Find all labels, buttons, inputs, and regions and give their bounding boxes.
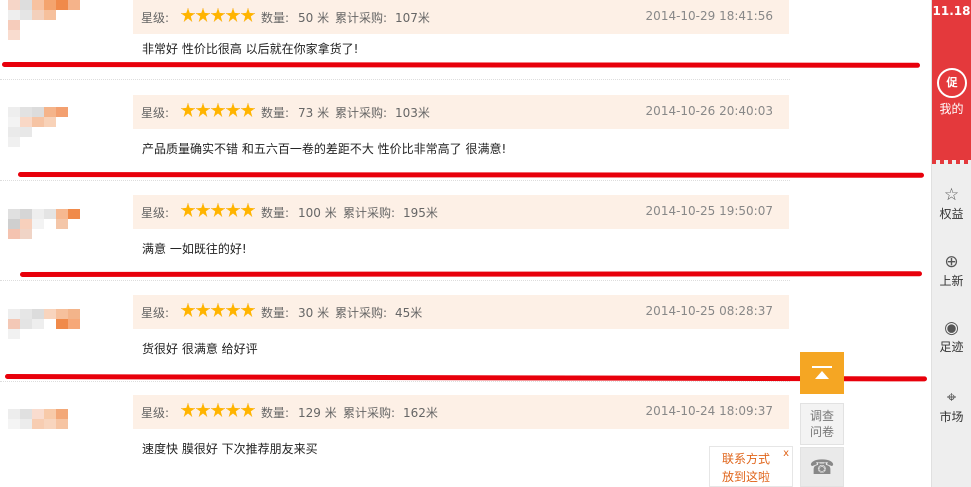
total-label: 累计采购: bbox=[343, 206, 396, 220]
star-rating bbox=[181, 403, 255, 417]
promo-badge-icon[interactable]: 促 bbox=[937, 68, 967, 98]
divider bbox=[0, 280, 790, 281]
review-item: 星级: 数量: 50 米 累计采购: 107米 2014-10-29 18:41… bbox=[0, 0, 930, 90]
quantity-label: 数量: bbox=[261, 206, 290, 220]
review-date: 2014-10-29 18:41:56 bbox=[645, 9, 773, 23]
eye-icon: ◉ bbox=[944, 318, 959, 338]
phone-button[interactable]: ☎ bbox=[800, 447, 844, 487]
review-meta: 星级: 数量: 50 米 累计采购: 107米 2014-10-29 18:41… bbox=[133, 0, 789, 34]
total-label: 累计采购: bbox=[335, 106, 388, 120]
star-rating bbox=[181, 303, 255, 317]
sidebar-item-my[interactable]: 我的 bbox=[932, 100, 971, 117]
review-date: 2014-10-24 18:09:37 bbox=[645, 404, 773, 418]
rating-label: 星级: bbox=[141, 406, 170, 420]
contact-text-1: 联系方式 bbox=[722, 452, 771, 466]
contact-text-2: 放到这啦 bbox=[722, 470, 771, 484]
review-content: 非常好 性价比很高 以后就在你家拿货了! bbox=[142, 42, 359, 56]
rating-label: 星级: bbox=[141, 306, 170, 320]
avatar bbox=[8, 309, 80, 353]
survey-label-2: 问卷 bbox=[809, 425, 834, 439]
star-rating bbox=[181, 103, 255, 117]
quantity-label: 数量: bbox=[261, 106, 290, 120]
review-date: 2014-10-26 20:40:03 bbox=[645, 104, 773, 118]
sidebar-item-market[interactable]: ⌖ 市场 bbox=[932, 388, 971, 425]
avatar bbox=[8, 107, 80, 151]
promo-logo: 11.18 bbox=[932, 4, 971, 18]
star-rating bbox=[181, 8, 255, 22]
rating-label: 星级: bbox=[141, 106, 170, 120]
total-value: 103米 bbox=[395, 106, 430, 120]
sidebar-item-rights[interactable]: ☆ 权益 bbox=[932, 185, 971, 222]
survey-button[interactable]: 调查 问卷 bbox=[800, 403, 844, 445]
review-item: 星级: 数量: 100 米 累计采购: 195米 2014-10-25 19:5… bbox=[0, 185, 930, 285]
total-value: 195米 bbox=[403, 206, 438, 220]
quantity-value: 129 米 bbox=[298, 406, 337, 420]
quantity-label: 数量: bbox=[261, 11, 290, 25]
total-label: 累计采购: bbox=[335, 306, 388, 320]
right-sidebar: 11.18 促 我的 ☆ 权益 ⊕ 上新 ◉ 足迹 ⌖ 市场 bbox=[931, 0, 971, 487]
total-value: 45米 bbox=[395, 306, 423, 320]
avatar bbox=[8, 0, 80, 44]
location-pin-icon: ⌖ bbox=[946, 388, 957, 408]
review-content: 满意 一如既往的好! bbox=[142, 242, 247, 256]
plus-circle-icon: ⊕ bbox=[944, 252, 959, 272]
divider bbox=[0, 79, 790, 80]
sidebar-item-footprint[interactable]: ◉ 足迹 bbox=[932, 318, 971, 355]
quantity-label: 数量: bbox=[261, 406, 290, 420]
review-date: 2014-10-25 19:50:07 bbox=[645, 204, 773, 218]
quantity-label: 数量: bbox=[261, 306, 290, 320]
annotation-line bbox=[19, 271, 923, 277]
rating-label: 星级: bbox=[141, 206, 170, 220]
total-label: 累计采购: bbox=[343, 406, 396, 420]
contact-tooltip: 联系方式 放到这啦 x bbox=[709, 446, 793, 487]
review-content: 产品质量确实不错 和五六百一卷的差距不大 性价比非常高了 很满意! bbox=[142, 142, 507, 156]
survey-label-1: 调查 bbox=[809, 409, 834, 423]
review-meta: 星级: 数量: 30 米 累计采购: 45米 2014-10-25 08:28:… bbox=[133, 295, 789, 329]
sidebar-item-label: 足迹 bbox=[939, 340, 964, 354]
phone-icon: ☎ bbox=[809, 455, 835, 479]
total-label: 累计采购: bbox=[335, 11, 388, 25]
review-content: 速度快 膜很好 下次推荐朋友来买 bbox=[142, 442, 318, 456]
divider bbox=[0, 180, 790, 181]
review-date: 2014-10-25 08:28:37 bbox=[645, 304, 773, 318]
star-rating bbox=[181, 203, 255, 217]
back-to-top-button[interactable] bbox=[800, 352, 844, 394]
total-value: 162米 bbox=[403, 406, 438, 420]
sidebar-item-label: 市场 bbox=[939, 410, 964, 424]
sidebar-item-new[interactable]: ⊕ 上新 bbox=[932, 252, 971, 289]
star-icon: ☆ bbox=[943, 185, 960, 205]
review-content: 货很好 很满意 给好评 bbox=[142, 342, 258, 356]
decorative-pattern bbox=[932, 140, 971, 164]
review-meta: 星级: 数量: 129 米 累计采购: 162米 2014-10-24 18:0… bbox=[133, 395, 789, 429]
annotation-line bbox=[1, 62, 921, 68]
review-item: 星级: 数量: 30 米 累计采购: 45米 2014-10-25 08:28:… bbox=[0, 285, 930, 385]
close-icon[interactable]: x bbox=[783, 448, 789, 459]
avatar bbox=[8, 209, 80, 253]
sidebar-promo: 11.18 促 我的 bbox=[932, 0, 971, 160]
quantity-value: 100 米 bbox=[298, 206, 337, 220]
quantity-value: 50 米 bbox=[298, 11, 330, 25]
review-meta: 星级: 数量: 100 米 累计采购: 195米 2014-10-25 19:5… bbox=[133, 195, 789, 229]
total-value: 107米 bbox=[395, 11, 430, 25]
back-to-top-icon bbox=[812, 366, 832, 368]
quantity-value: 30 米 bbox=[298, 306, 330, 320]
sidebar-item-label: 权益 bbox=[939, 207, 964, 221]
sidebar-item-label: 上新 bbox=[939, 274, 964, 288]
annotation-line bbox=[17, 172, 925, 178]
review-item: 星级: 数量: 73 米 累计采购: 103米 2014-10-26 20:40… bbox=[0, 85, 930, 185]
divider bbox=[0, 381, 790, 382]
quantity-value: 73 米 bbox=[298, 106, 330, 120]
avatar bbox=[8, 409, 80, 453]
rating-label: 星级: bbox=[141, 11, 170, 25]
review-meta: 星级: 数量: 73 米 累计采购: 103米 2014-10-26 20:40… bbox=[133, 95, 789, 129]
